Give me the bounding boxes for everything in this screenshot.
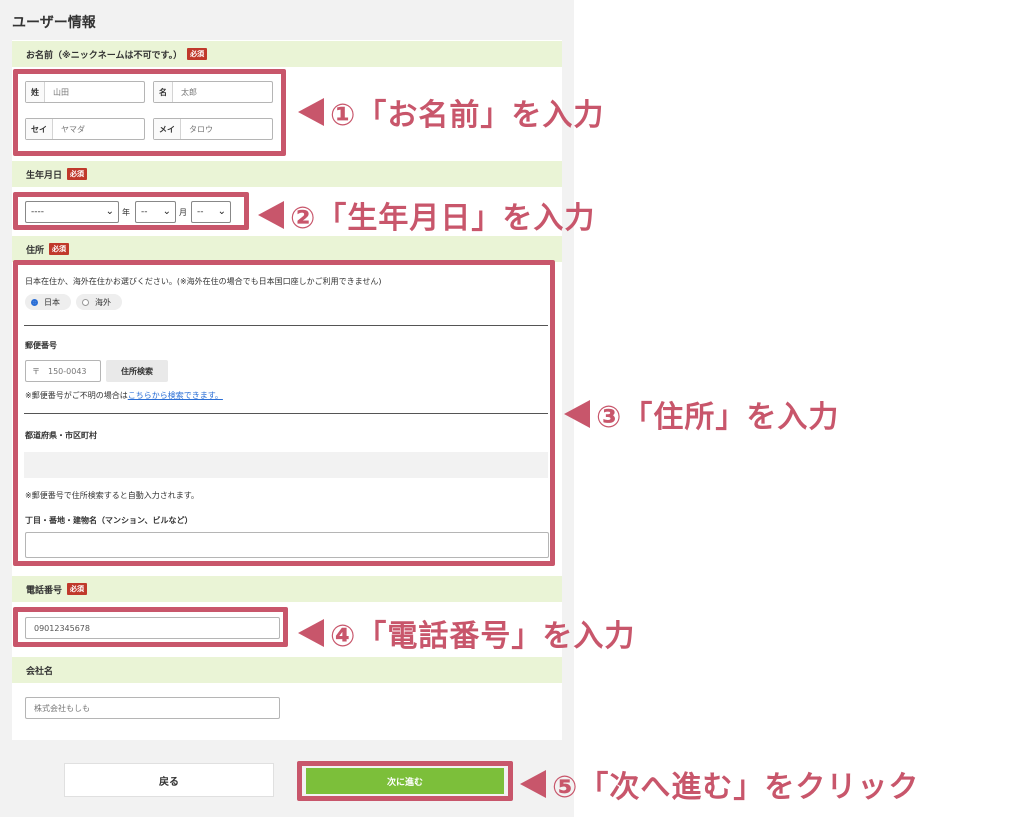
birth-highlight-box (13, 192, 249, 230)
required-badge: 必須 (187, 48, 208, 60)
annotation-birth: ②「生年月日」を入力 (258, 193, 595, 237)
company-section-header: 会社名 (12, 657, 562, 683)
pointer-arrow-icon (298, 98, 324, 126)
company-placeholder: 株式会社もしも (34, 703, 90, 713)
annotation-address-text: ③「住所」を入力 (596, 400, 840, 435)
annotation-next-text: ⑤「次へ進む」をクリック (552, 770, 920, 805)
required-badge: 必須 (49, 243, 70, 255)
address-section-title: 住所 (26, 245, 45, 256)
required-badge: 必須 (67, 583, 88, 595)
name-section-header: お名前（※ニックネームは不可です。） 必須 (12, 41, 562, 67)
phone-section-header: 電話番号 必須 (12, 576, 562, 602)
annotation-phone-text: ④「電話番号」を入力 (330, 619, 636, 654)
phone-section-title: 電話番号 (26, 585, 63, 596)
annotation-birth-text: ②「生年月日」を入力 (290, 201, 596, 236)
annotation-phone: ④「電話番号」を入力 (298, 611, 635, 655)
company-section-title: 会社名 (26, 666, 54, 677)
back-button[interactable]: 戻る (64, 763, 274, 797)
pointer-arrow-icon (564, 400, 590, 428)
birth-section-header: 生年月日 必須 (12, 161, 562, 187)
annotation-next: ⑤「次へ進む」をクリック (520, 762, 919, 806)
next-highlight-box (297, 761, 513, 801)
name-section-title: お名前（※ニックネームは不可です。） (26, 50, 183, 61)
address-section-header: 住所 必須 (12, 236, 562, 262)
name-highlight-box (13, 69, 286, 156)
pointer-arrow-icon (298, 619, 324, 647)
company-input[interactable]: 株式会社もしも (25, 697, 280, 719)
pointer-arrow-icon (258, 201, 284, 229)
birth-section-title: 生年月日 (26, 170, 63, 181)
required-badge: 必須 (67, 168, 88, 180)
annotation-name: ①「お名前」を入力 (298, 90, 604, 134)
annotation-address: ③「住所」を入力 (564, 392, 839, 436)
phone-highlight-box (13, 607, 288, 647)
pointer-arrow-icon (520, 770, 546, 798)
address-highlight-box (13, 260, 555, 566)
annotation-name-text: ①「お名前」を入力 (330, 98, 605, 133)
page-title: ユーザー情報 (12, 15, 96, 31)
